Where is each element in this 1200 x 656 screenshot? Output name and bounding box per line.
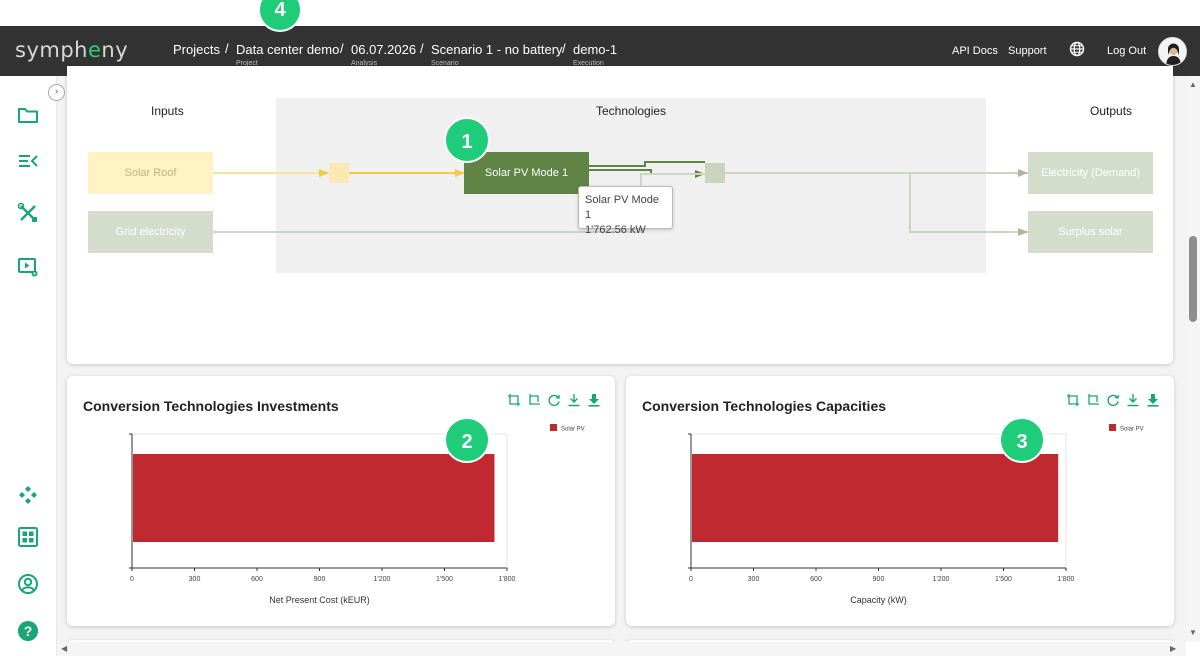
support-link[interactable]: Support (1008, 45, 1047, 57)
scroll-right-arrow-icon[interactable]: ▶ (1170, 644, 1176, 653)
scroll-left-arrow-icon[interactable]: ◀ (61, 644, 67, 653)
x-tick-label: 300 (189, 576, 201, 583)
breadcrumb-label: 06.07.2026 (351, 42, 417, 57)
x-tick-label: 1'200 (933, 576, 950, 583)
x-axis-label: Net Present Cost (kEUR) (269, 595, 370, 605)
sidebar-toggle-chevron-icon[interactable]: › (48, 84, 65, 101)
breadcrumb-scenario[interactable]: Scenario 1 - no battery Scenario (431, 41, 563, 67)
network-icon[interactable] (17, 484, 39, 506)
x-axis-label: Capacity (kW) (850, 595, 907, 605)
api-docs-link[interactable]: API Docs (952, 45, 998, 57)
annotation-badge-1: 1 (444, 117, 490, 163)
breadcrumb-projects[interactable]: Projects (173, 41, 220, 59)
x-tick-label: 1'200 (374, 576, 391, 583)
breadcrumb-separator: / (340, 41, 344, 56)
x-tick-label: 900 (873, 576, 885, 583)
execution-settings-icon[interactable] (17, 256, 39, 278)
annotation-badge-2: 2 (444, 417, 490, 463)
folder-icon[interactable] (17, 104, 39, 126)
breadcrumb-separator: / (225, 41, 229, 56)
app-root: sympheny Projects / Data center demo Pro… (0, 0, 1200, 656)
input-label-solar-roof: Solar Roof (124, 167, 177, 179)
legend-label[interactable]: Solar PV (561, 427, 585, 433)
sidebar: ? (0, 76, 57, 656)
solar-hub-node (329, 163, 349, 183)
technologies-heading: Technologies (596, 104, 667, 118)
annotation-badge-3: 3 (999, 417, 1045, 463)
input-list-icon[interactable] (17, 150, 39, 172)
breadcrumb-separator: / (420, 41, 424, 56)
technology-label-solar-pv: Solar PV Mode 1 (484, 167, 569, 179)
legend-label[interactable]: Solar PV (1120, 427, 1144, 433)
help-icon[interactable]: ? (17, 620, 39, 642)
scroll-up-arrow-icon[interactable]: ▲ (1189, 80, 1197, 89)
outputs-heading: Outputs (1090, 104, 1133, 118)
legend-swatch (550, 424, 557, 431)
input-label-grid: Grid electricity (115, 226, 186, 238)
x-tick-label: 0 (689, 576, 693, 583)
breadcrumb-execution[interactable]: demo-1 Execution (573, 41, 618, 67)
electricity-hub-node (705, 163, 725, 183)
capacities-chart: 0 300 600 900 1'200 1'500 1'800 Solar PV Capacit… (688, 424, 1144, 605)
bar[interactable] (692, 454, 1059, 542)
x-tick-label: 300 (748, 576, 760, 583)
x-tick-label: 1'500 (436, 576, 453, 583)
scroll-down-arrow-icon[interactable]: ▼ (1189, 628, 1197, 637)
output-label-demand: Electricity (Demand) (1040, 167, 1141, 179)
x-tick-label: 900 (314, 576, 326, 583)
technology-tooltip: Solar PV Mode 1 1'762.56 kW (578, 186, 673, 236)
globe-icon[interactable] (1069, 41, 1085, 57)
vertical-scrollbar-thumb[interactable] (1189, 236, 1197, 322)
tooltip-value: 1'762.56 kW (585, 224, 646, 236)
inputs-heading: Inputs (151, 104, 184, 118)
dashboard-grid-icon[interactable] (17, 526, 39, 548)
x-tick-label: 0 (130, 576, 134, 583)
breadcrumb-analysis[interactable]: 06.07.2026 Analysis (351, 41, 417, 67)
bar[interactable] (133, 454, 495, 542)
arrow-head (1018, 169, 1028, 177)
breadcrumb-label: Data center demo (236, 42, 340, 57)
user-account-icon[interactable] (17, 573, 39, 595)
capacities-chart-card: Conversion Technologies Capacities 0 300 6… (626, 376, 1174, 626)
app-logo[interactable]: sympheny (15, 38, 128, 62)
breadcrumb-label: Projects (173, 42, 220, 57)
breadcrumb-label: Scenario 1 - no battery (431, 42, 563, 57)
breadcrumb-project[interactable]: Data center demo Project (236, 41, 340, 67)
svg-text:?: ? (24, 623, 33, 639)
x-tick-label: 1'800 (499, 576, 516, 583)
vertical-scrollbar[interactable]: ▲ ▼ (1186, 76, 1200, 642)
avatar[interactable] (1158, 37, 1187, 66)
breadcrumb-label: demo-1 (573, 42, 618, 57)
horizontal-scrollbar[interactable]: ◀ ▶ (57, 642, 1186, 656)
x-tick-label: 1'500 (995, 576, 1012, 583)
investments-chart-card: Conversion Technologies Investments 0 300… (67, 376, 615, 626)
tools-icon[interactable] (17, 202, 39, 224)
tooltip-name: Solar PV Mode 1 (585, 194, 659, 221)
x-tick-label: 1'800 (1058, 576, 1075, 583)
x-tick-label: 600 (810, 576, 822, 583)
output-label-surplus: Surplus solar (1058, 226, 1123, 238)
breadcrumb-separator: / (562, 41, 566, 56)
logout-link[interactable]: Log Out (1107, 45, 1146, 57)
main-content: Inputs Technologies Outputs Solar Roof G… (57, 66, 1186, 656)
user-photo-icon (1159, 38, 1186, 65)
x-tick-label: 600 (251, 576, 263, 583)
legend-swatch (1109, 424, 1116, 431)
arrow-head (1018, 228, 1028, 236)
investments-chart: 0 300 600 900 1'200 1'500 1'800 Solar PV Net Pre… (129, 424, 585, 605)
